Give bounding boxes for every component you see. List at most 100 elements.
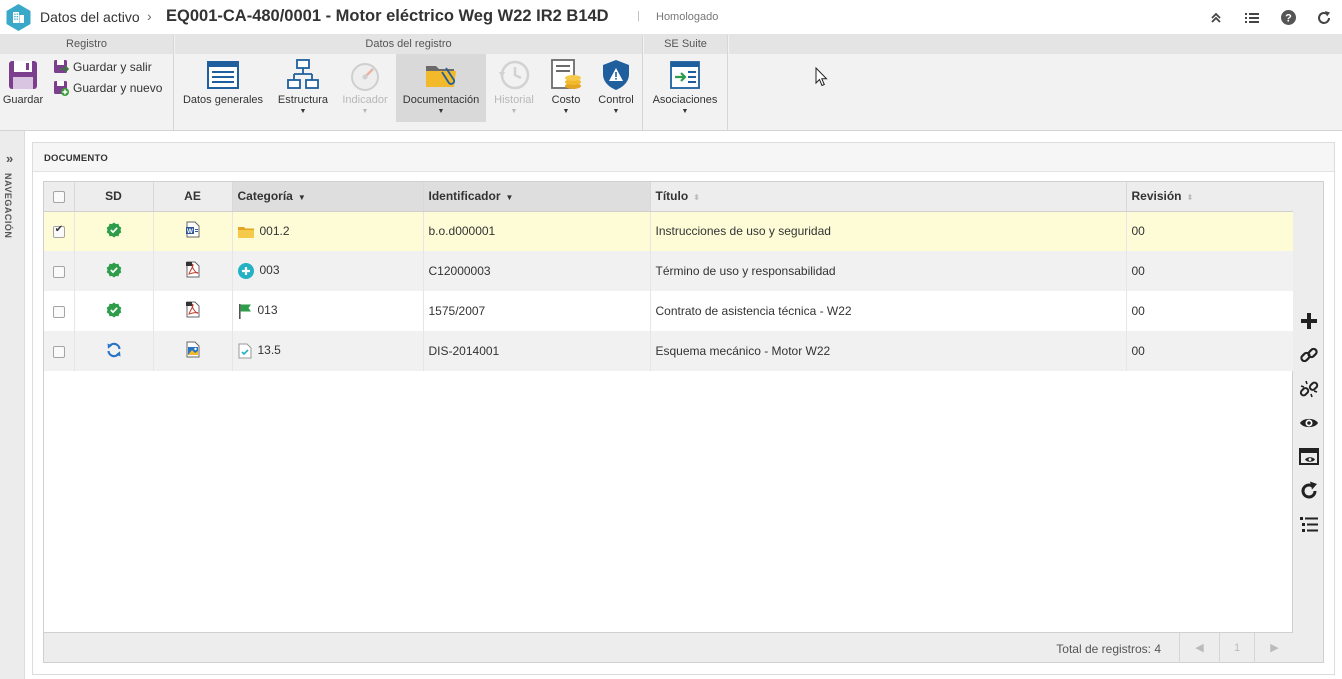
structure-button[interactable]: Estructura ▼ (273, 54, 333, 122)
flag-icon (238, 304, 251, 319)
next-page-button[interactable]: ▶ (1254, 633, 1294, 663)
indicator-button[interactable]: Indicador ▼ (337, 54, 393, 122)
column-identificador[interactable]: Identificador ▼ (423, 182, 651, 212)
refresh-icon[interactable] (1306, 0, 1342, 35)
pdf-doc-icon[interactable] (185, 261, 201, 278)
pdf-doc-icon[interactable] (185, 301, 201, 318)
list-icon[interactable] (1234, 0, 1270, 35)
associations-label: Asociaciones (652, 94, 718, 106)
current-page[interactable]: 1 (1219, 633, 1254, 663)
image-doc-icon[interactable] (185, 341, 201, 358)
unlink-icon[interactable] (1298, 378, 1320, 400)
svg-text:?: ? (1285, 13, 1292, 25)
approved-icon (106, 222, 121, 238)
title-bar: Datos del activo › EQ001-CA-480/0001 - M… (0, 0, 1342, 35)
approved-icon (106, 302, 121, 317)
ae-cell[interactable] (153, 291, 233, 331)
row-select-cell[interactable] (44, 211, 75, 251)
title-divider: | (637, 10, 640, 22)
table-row[interactable]: W 001.2 b.o.d000001 Instrucciones de uso… (44, 211, 1295, 251)
control-button[interactable]: Control ▼ (593, 54, 639, 122)
row-checkbox[interactable] (52, 345, 65, 358)
preview-window-icon[interactable] (1298, 446, 1320, 468)
collapse-icon[interactable] (1198, 0, 1234, 35)
categoria-cell: 13.5 (232, 331, 424, 371)
row-checkbox[interactable] (52, 224, 65, 239)
details-list-icon[interactable] (1298, 514, 1320, 536)
prev-page-button[interactable]: ◀ (1179, 633, 1219, 663)
structure-dropdown-caret: ▼ (299, 108, 307, 115)
ae-cell[interactable] (153, 251, 233, 291)
save-button[interactable]: Guardar (0, 54, 46, 122)
table-header-row: SD AE Categoría ▼ Identificador ▼ Título ⬍ … (44, 182, 1295, 212)
save-and-new-button[interactable]: Guardar y nuevo (53, 79, 162, 97)
column-ae[interactable]: AE (153, 182, 233, 212)
sd-cell (74, 211, 154, 251)
folder-icon (237, 227, 254, 239)
select-all-checkbox[interactable] (52, 191, 65, 204)
approved-icon (106, 262, 121, 277)
cost-coins-icon (551, 59, 581, 89)
plus-circle-icon (237, 263, 254, 279)
row-checkbox[interactable] (52, 305, 65, 318)
cost-button[interactable]: Costo ▼ (543, 54, 589, 122)
header-actions: ? (1198, 0, 1342, 35)
group-datos-header: Datos del registro (175, 35, 642, 54)
row-checkbox[interactable] (52, 265, 65, 278)
select-all-header[interactable] (44, 182, 75, 212)
history-button[interactable]: Historial ▼ (489, 54, 539, 122)
column-identificador-label: Identificador (428, 189, 501, 204)
document-table: SD AE Categoría ▼ Identificador ▼ Título ⬍ … (44, 182, 1295, 371)
column-sd[interactable]: SD (74, 182, 154, 212)
row-select-cell[interactable] (44, 331, 75, 371)
general-data-icon (207, 61, 239, 89)
module-title: Datos del activo (40, 9, 140, 25)
table-row[interactable]: 013 1575/2007 Contrato de asistencia téc… (44, 291, 1295, 331)
navigation-sidebar-toggle[interactable]: » NAVEGACIÓN (0, 131, 25, 679)
categoria-value: 013 (257, 303, 278, 318)
revision-cell: 00 (1126, 251, 1295, 291)
save-and-exit-label: Guardar y salir (73, 60, 152, 74)
column-titulo[interactable]: Título ⬍ (650, 182, 1127, 212)
add-icon[interactable] (1298, 310, 1320, 332)
revision-cell: 00 (1126, 291, 1295, 331)
row-select-cell[interactable] (44, 251, 75, 291)
navigation-label: NAVEGACIÓN (3, 173, 13, 239)
row-select-cell[interactable] (44, 291, 75, 331)
help-icon[interactable]: ? (1270, 0, 1306, 35)
ribbon-toolbar: Registro Datos del registro SE Suite Gua… (0, 35, 1342, 131)
sd-cell (74, 291, 154, 331)
checked-doc-icon (238, 343, 251, 359)
folder-attachment-icon (426, 66, 456, 87)
ae-cell[interactable]: W (153, 211, 233, 251)
save-and-exit-button[interactable]: Guardar y salir (53, 58, 152, 76)
sort-both-icon: ⬍ (1186, 193, 1194, 203)
associations-dropdown-caret: ▼ (681, 108, 689, 115)
column-categoria[interactable]: Categoría ▼ (232, 182, 424, 212)
status-badge: Homologado (656, 11, 719, 23)
documentation-button[interactable]: Documentación ▼ (396, 54, 486, 122)
general-data-button[interactable]: Datos generales (178, 54, 268, 122)
table-row[interactable]: 13.5 DIS-2014001 Esquema mecánico - Moto… (44, 331, 1295, 371)
sort-desc-icon: ▼ (297, 193, 306, 203)
structure-label: Estructura (277, 94, 329, 106)
revision-cell: 00 (1126, 211, 1295, 251)
ae-cell[interactable] (153, 331, 233, 371)
svg-text:W: W (186, 228, 193, 235)
expand-chevron-icon[interactable]: » (6, 151, 13, 166)
word-doc-icon[interactable]: W (185, 221, 201, 238)
group-empty-header (729, 35, 1342, 54)
column-revision[interactable]: Revisión ⬍ (1126, 182, 1295, 212)
link-icon[interactable] (1298, 344, 1320, 366)
save-label: Guardar (2, 94, 44, 106)
associations-button[interactable]: Asociaciones ▼ (645, 54, 725, 122)
categoria-cell: 001.2 (232, 211, 424, 251)
record-title: EQ001-CA-480/0001 - Motor eléctrico Weg … (166, 7, 609, 25)
table-row[interactable]: 003 C12000003 Término de uso y responsab… (44, 251, 1295, 291)
grid-side-toolbar (1293, 181, 1324, 663)
sd-cell (74, 331, 154, 371)
reload-icon[interactable] (1298, 480, 1320, 502)
sd-cell (74, 251, 154, 291)
group-divider (173, 35, 174, 130)
view-icon[interactable] (1298, 412, 1320, 434)
